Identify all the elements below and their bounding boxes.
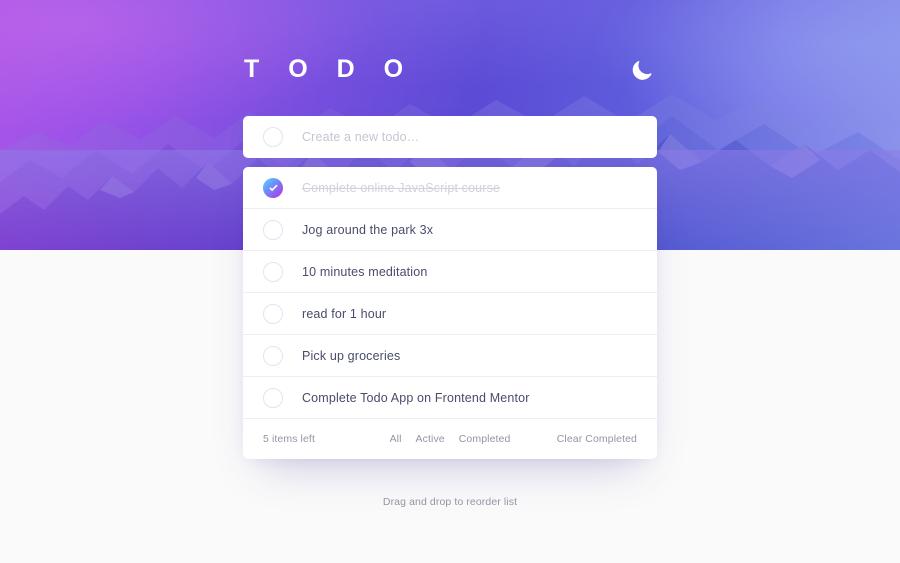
- todo-item-label: Jog around the park 3x: [302, 222, 434, 237]
- todo-list-card: Complete online JavaScript course Jog ar…: [243, 167, 657, 459]
- todo-check-circle[interactable]: [263, 261, 283, 282]
- app-header: T O D O: [243, 45, 657, 93]
- todo-item[interactable]: Pick up groceries: [243, 335, 657, 377]
- todo-item[interactable]: Jog around the park 3x: [243, 209, 657, 251]
- todo-item[interactable]: 10 minutes meditation: [243, 251, 657, 293]
- footer-inner: 5 items left All Active Completed Clear …: [263, 433, 637, 445]
- todo-item[interactable]: Complete Todo App on Frontend Mentor: [243, 377, 657, 419]
- todo-item-label: read for 1 hour: [302, 306, 387, 321]
- new-todo-input[interactable]: [302, 130, 637, 144]
- todo-check-circle[interactable]: [263, 177, 283, 198]
- reorder-hint: Drag and drop to reorder list: [382, 496, 518, 508]
- todo-item-label: Complete online JavaScript course: [302, 180, 501, 195]
- todo-check-circle[interactable]: [263, 387, 283, 408]
- items-left-count: 5 items left: [263, 433, 315, 445]
- todo-list-footer: 5 items left All Active Completed Clear …: [243, 419, 657, 459]
- new-todo-check-circle[interactable]: [263, 127, 283, 147]
- check-icon: [268, 184, 278, 191]
- theme-toggle-button[interactable]: [630, 56, 656, 82]
- filter-active[interactable]: Active: [416, 433, 445, 445]
- todo-check-circle[interactable]: [263, 219, 283, 240]
- todo-item-label: 10 minutes meditation: [302, 264, 428, 279]
- todo-item[interactable]: Complete online JavaScript course: [243, 167, 657, 209]
- todo-check-circle[interactable]: [263, 345, 283, 366]
- filter-completed[interactable]: Completed: [459, 433, 511, 445]
- todo-check-circle[interactable]: [263, 303, 283, 324]
- clear-completed-button[interactable]: Clear Completed: [557, 433, 637, 445]
- new-todo-bar: [243, 116, 657, 158]
- todo-item-label: Complete Todo App on Frontend Mentor: [302, 390, 530, 405]
- page-title: T O D O: [244, 54, 415, 83]
- moon-icon: [632, 61, 652, 80]
- filter-all[interactable]: All: [390, 433, 402, 445]
- app-stage: T O D O Complete online JavaScript cours…: [0, 0, 900, 563]
- todo-item[interactable]: read for 1 hour: [243, 293, 657, 335]
- todo-item-label: Pick up groceries: [302, 348, 401, 363]
- app-container: T O D O Complete online JavaScript cours…: [243, 0, 657, 508]
